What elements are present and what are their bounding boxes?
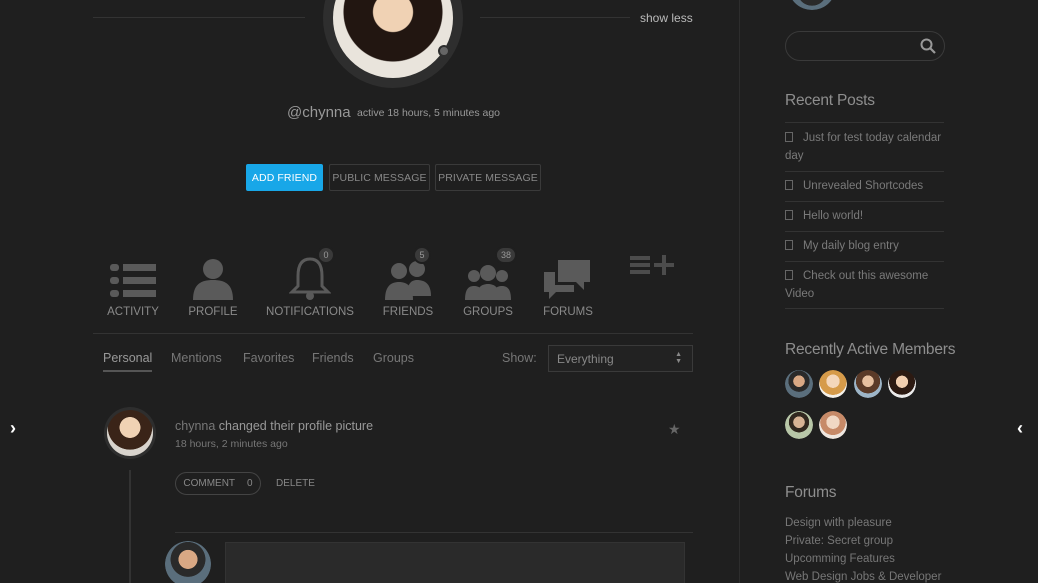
comment-divider xyxy=(175,532,693,533)
sidebar-search-input[interactable] xyxy=(785,31,945,61)
nav-notifications-label: NOTIFICATIONS xyxy=(266,306,354,318)
friends-icon: 5 xyxy=(363,246,453,300)
activity-action: changed their profile picture xyxy=(215,419,374,433)
bell-icon: 0 xyxy=(265,246,355,300)
subtab-favorites[interactable]: Favorites xyxy=(243,351,294,365)
recent-post-link[interactable]: My daily blog entry xyxy=(803,240,899,252)
header-divider-left xyxy=(93,17,305,18)
member-avatar[interactable] xyxy=(819,411,847,439)
recent-post-item[interactable]: Check out this awesome Video xyxy=(785,267,944,303)
recent-post-link[interactable]: Check out this awesome Video xyxy=(785,270,928,300)
recent-posts-title: Recent Posts xyxy=(785,92,875,109)
chevron-left-icon[interactable]: ‹ xyxy=(1017,418,1023,439)
groups-count-badge: 38 xyxy=(495,246,517,264)
filter-select-value: Everything xyxy=(557,352,614,366)
list-add-icon xyxy=(608,254,698,294)
list-icon xyxy=(88,252,178,300)
public-message-button[interactable]: PUBLIC MESSAGE xyxy=(329,164,430,191)
recent-post-item[interactable]: Just for test today calendar day xyxy=(785,129,944,165)
recent-posts-rule xyxy=(785,122,944,123)
activity-thread-line xyxy=(129,470,131,583)
groups-icon: 38 xyxy=(443,246,533,300)
document-icon xyxy=(785,180,793,190)
search-icon[interactable] xyxy=(920,38,936,54)
member-avatar[interactable] xyxy=(785,370,813,398)
activity-text: chynna changed their profile picture xyxy=(175,419,373,433)
add-friend-button[interactable]: ADD FRIEND xyxy=(246,164,323,191)
select-arrows-icon: ▲ ▼ xyxy=(675,351,682,365)
activity-user-link[interactable]: chynna xyxy=(175,419,215,433)
nav-groups-label: GROUPS xyxy=(463,306,513,318)
profile-activity-status: active 18 hours, 5 minutes ago xyxy=(357,107,501,119)
profile-username: @chynna xyxy=(287,104,351,121)
recent-post-rule xyxy=(785,261,944,262)
comment-textarea[interactable] xyxy=(225,542,685,583)
recent-post-rule xyxy=(785,308,944,309)
member-avatar[interactable] xyxy=(785,411,813,439)
member-avatar[interactable] xyxy=(854,370,882,398)
nav-forums-label: FORUMS xyxy=(543,306,593,318)
show-less-link[interactable]: show less xyxy=(640,11,693,25)
header-divider-right xyxy=(480,17,630,18)
chevron-right-icon[interactable]: › xyxy=(10,418,16,439)
comment-button[interactable]: COMMENT 0 xyxy=(175,472,261,495)
activity-avatar[interactable] xyxy=(104,407,156,459)
document-icon xyxy=(785,240,793,250)
nav-profile-label: PROFILE xyxy=(188,306,238,318)
nav-forums[interactable]: FORUMS xyxy=(523,252,613,318)
sidebar-divider xyxy=(739,0,740,583)
commenter-avatar xyxy=(165,541,211,583)
online-status-dot xyxy=(438,45,450,57)
forum-link[interactable]: Private: Secret group xyxy=(785,535,893,547)
activity-time: 18 hours, 2 minutes ago xyxy=(175,438,288,450)
favorite-star-icon[interactable]: ★ xyxy=(668,421,681,438)
subtab-mentions[interactable]: Mentions xyxy=(171,351,222,365)
chat-bubbles-icon xyxy=(523,252,613,300)
filter-label: Show: xyxy=(502,351,537,365)
recent-post-item[interactable]: Hello world! xyxy=(785,207,944,225)
recently-active-members-title: Recently Active Members xyxy=(785,341,956,358)
member-avatar[interactable] xyxy=(888,370,916,398)
document-icon xyxy=(785,270,793,280)
comment-count: 0 xyxy=(247,478,253,489)
nav-more[interactable] xyxy=(608,254,698,294)
recent-post-item[interactable]: Unrevealed Shortcodes xyxy=(785,177,944,195)
recent-post-item[interactable]: My daily blog entry xyxy=(785,237,944,255)
sidebar-user-avatar xyxy=(788,0,836,10)
subtab-personal[interactable]: Personal xyxy=(103,351,153,372)
filter-select[interactable]: Everything ▲ ▼ xyxy=(548,345,693,372)
nav-profile[interactable]: PROFILE xyxy=(168,252,258,318)
nav-groups[interactable]: 38 GROUPS xyxy=(443,246,533,318)
nav-activity-label: ACTIVITY xyxy=(107,306,159,318)
forum-link[interactable]: Web Design Jobs & Developer xyxy=(785,571,941,583)
notifications-count-badge: 0 xyxy=(317,246,335,264)
nav-activity[interactable]: ACTIVITY xyxy=(88,252,178,318)
profile-avatar xyxy=(323,0,463,88)
private-message-button[interactable]: PRIVATE MESSAGE xyxy=(435,164,541,191)
nav-friends[interactable]: 5 FRIENDS xyxy=(363,246,453,318)
comment-button-label: COMMENT xyxy=(183,478,236,489)
friends-count-badge: 5 xyxy=(413,246,431,264)
nav-friends-label: FRIENDS xyxy=(382,306,434,318)
delete-button[interactable]: DELETE xyxy=(276,478,315,489)
recent-post-rule xyxy=(785,171,944,172)
subtab-groups[interactable]: Groups xyxy=(373,351,414,365)
subtab-friends[interactable]: Friends xyxy=(312,351,354,365)
document-icon xyxy=(785,210,793,220)
nav-divider xyxy=(93,333,693,334)
recent-post-link[interactable]: Unrevealed Shortcodes xyxy=(803,180,923,192)
forums-title: Forums xyxy=(785,484,837,501)
document-icon xyxy=(785,132,793,142)
member-avatar[interactable] xyxy=(819,370,847,398)
recent-post-link[interactable]: Just for test today calendar day xyxy=(785,132,941,162)
user-icon xyxy=(168,252,258,300)
forum-link[interactable]: Upcomming Features xyxy=(785,553,895,565)
recent-post-link[interactable]: Hello world! xyxy=(803,210,863,222)
recent-post-rule xyxy=(785,231,944,232)
recent-post-rule xyxy=(785,201,944,202)
forum-link[interactable]: Design with pleasure xyxy=(785,517,892,529)
nav-notifications[interactable]: 0 NOTIFICATIONS xyxy=(265,246,355,318)
